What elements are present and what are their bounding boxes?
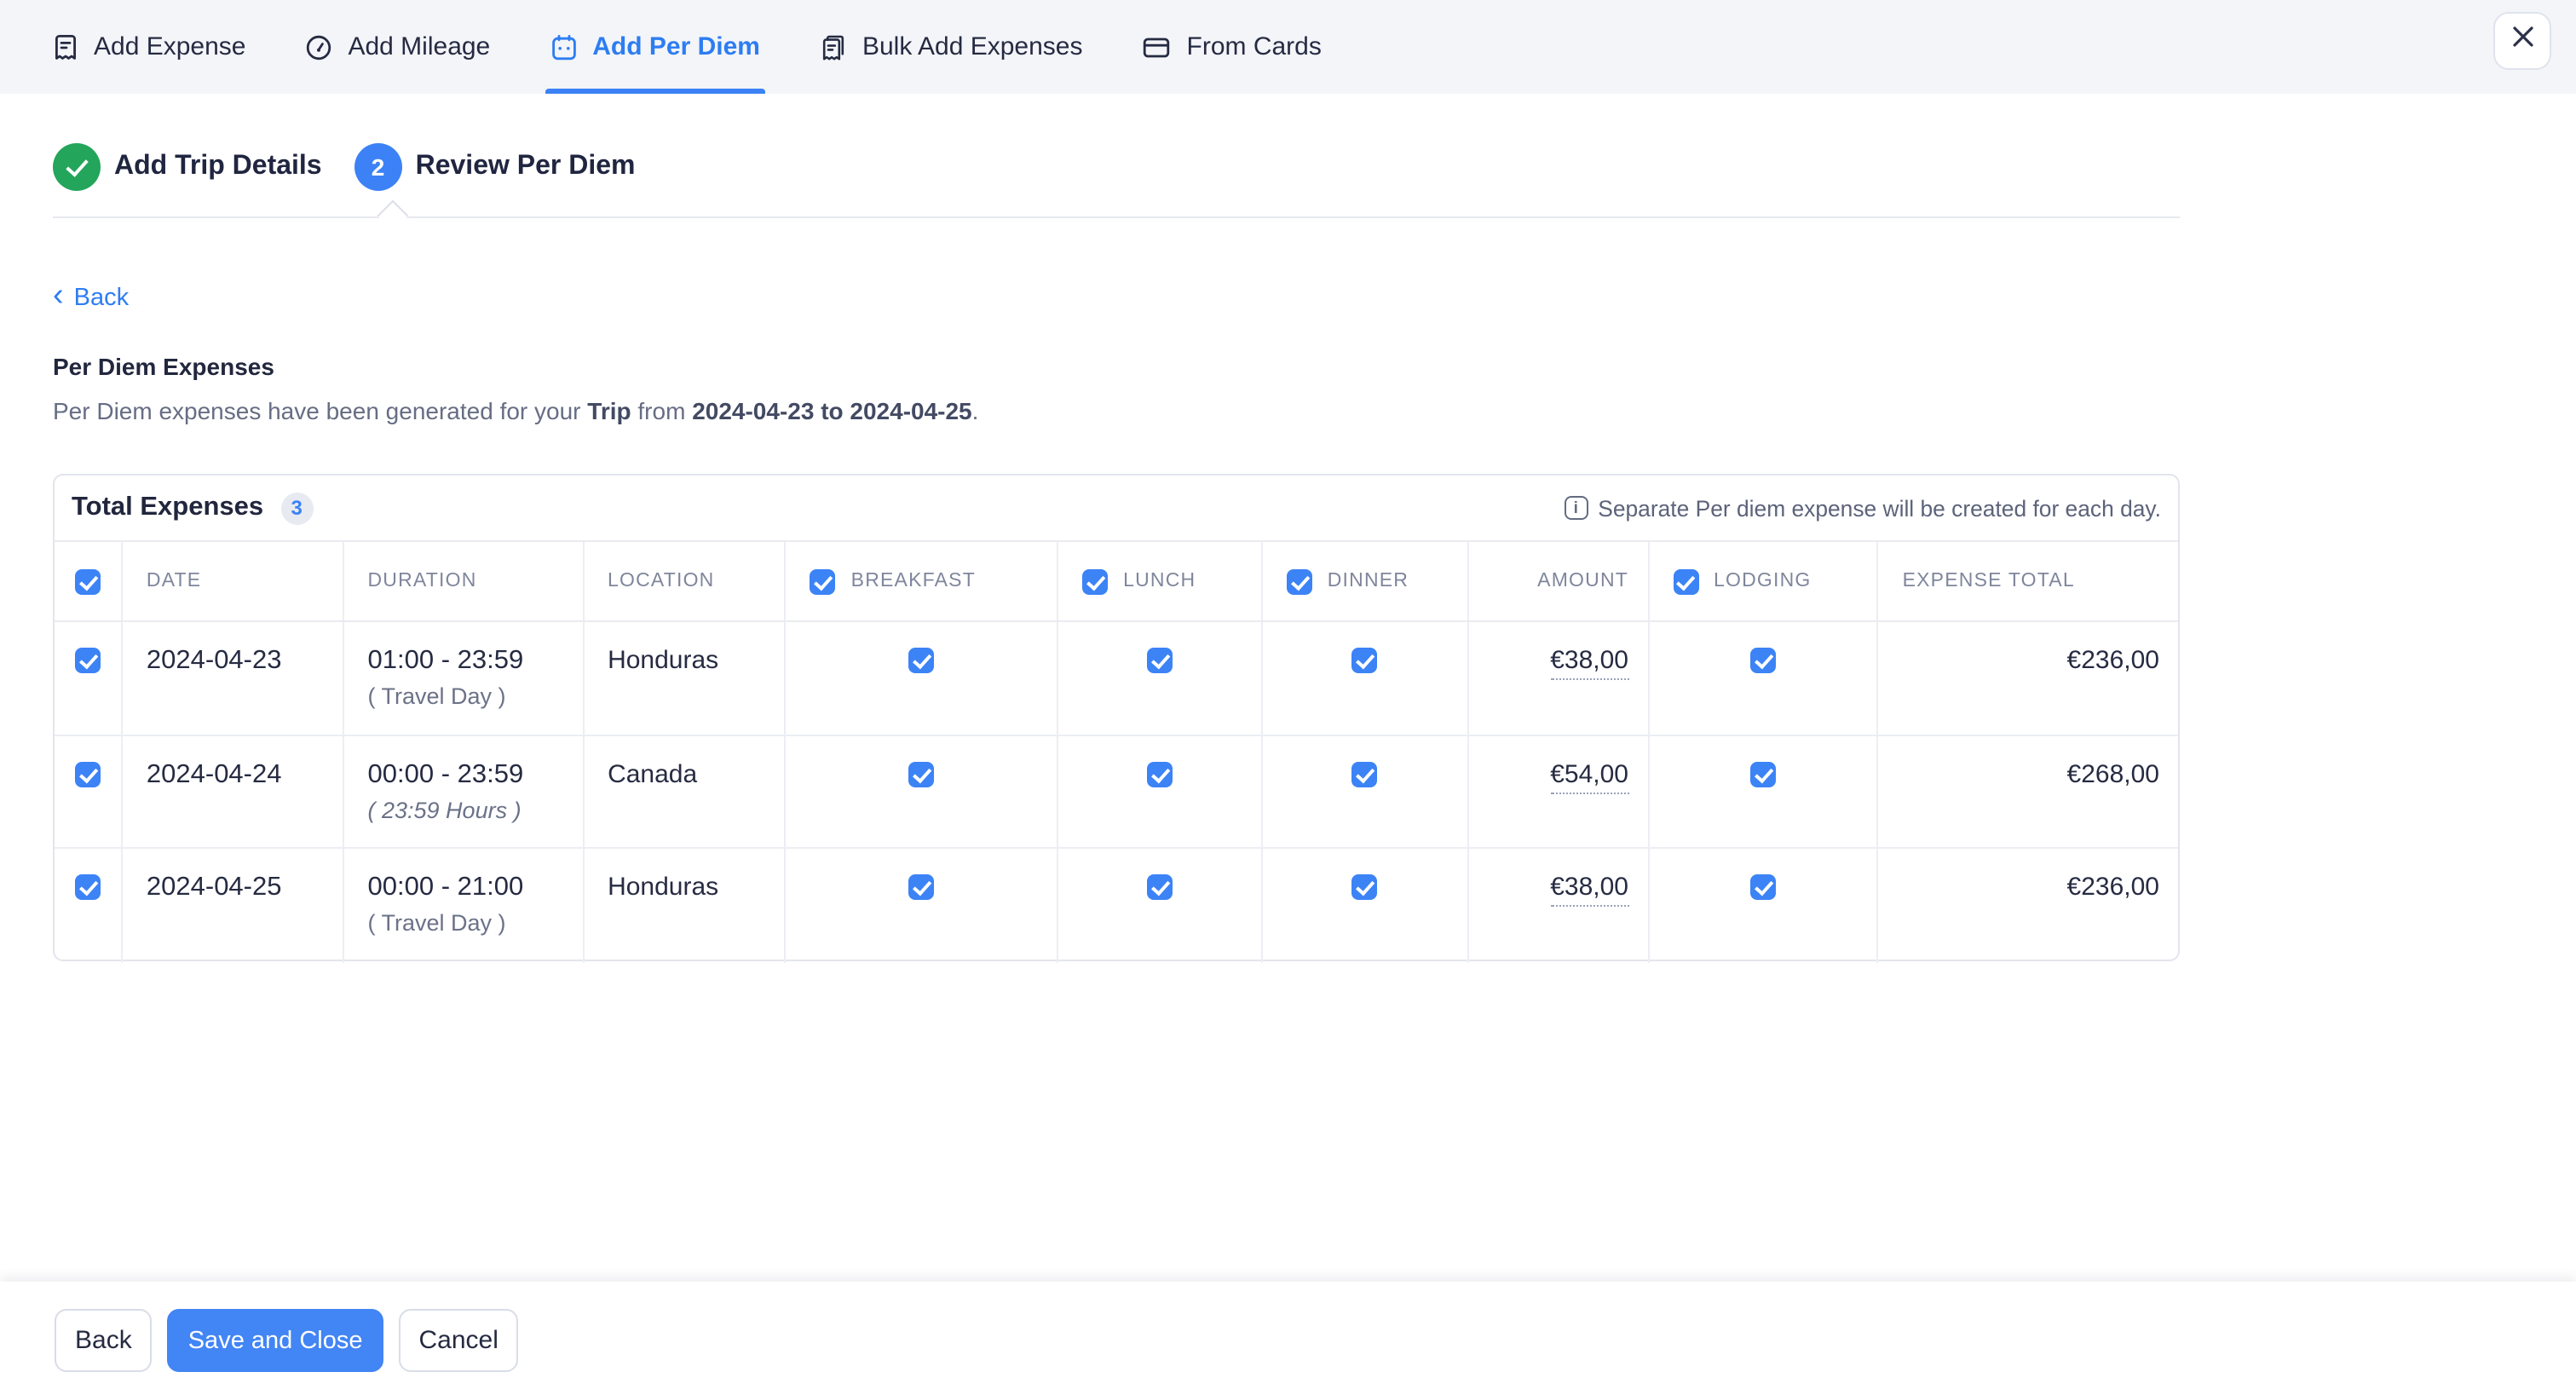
date-cell: 2024-04-23	[123, 622, 344, 734]
row-checkbox[interactable]	[75, 648, 101, 673]
breakfast-all-checkbox[interactable]	[810, 568, 836, 594]
tab-bar: Add Expense Add Mileage Add	[0, 0, 2576, 94]
stepper: Add Trip Details 2 Review Per Diem	[53, 143, 636, 191]
expense-total-value: €236,00	[1879, 622, 2178, 734]
lodging-checkbox[interactable]	[1750, 761, 1776, 787]
location-cell: Honduras	[584, 849, 787, 962]
location-cell: Honduras	[584, 622, 787, 734]
duration-cell: 01:00 - 23:59 ( Travel Day )	[344, 622, 585, 734]
footer-bar: Back Save and Close Cancel	[0, 1282, 2576, 1395]
card-title: Total Expenses	[72, 493, 263, 523]
col-lodging: LODGING	[1649, 542, 1879, 620]
col-expense-total: EXPENSE TOTAL	[1879, 542, 2178, 620]
table-row: 2024-04-23 01:00 - 23:59 ( Travel Day ) …	[55, 622, 2178, 735]
col-duration: DURATION	[344, 542, 585, 620]
step1-done-icon	[53, 143, 101, 191]
tab-label: From Cards	[1187, 32, 1322, 61]
col-location: LOCATION	[584, 542, 787, 620]
gauge-icon	[305, 33, 332, 61]
lodging-all-checkbox[interactable]	[1673, 568, 1698, 594]
info-icon: i	[1564, 496, 1588, 520]
count-badge: 3	[280, 492, 313, 524]
card-header: Total Expenses 3 i Separate Per diem exp…	[55, 476, 2178, 540]
dinner-checkbox[interactable]	[1352, 761, 1378, 787]
select-all-checkbox[interactable]	[75, 568, 101, 594]
dinner-all-checkbox[interactable]	[1287, 568, 1312, 594]
receipts-stack-icon	[820, 33, 847, 61]
tab-from-cards[interactable]: From Cards	[1143, 0, 1322, 94]
credit-card-icon	[1143, 33, 1172, 61]
row-checkbox[interactable]	[75, 874, 101, 900]
col-amount: AMOUNT	[1468, 542, 1649, 620]
col-dinner: DINNER	[1263, 542, 1469, 620]
receipt-icon	[53, 33, 78, 61]
tab-label: Add Mileage	[348, 32, 490, 61]
expense-total-value: €236,00	[1879, 849, 2178, 962]
tab-add-per-diem[interactable]: Add Per Diem	[550, 0, 760, 94]
lunch-all-checkbox[interactable]	[1082, 568, 1108, 594]
back-link[interactable]: ‹ Back	[53, 285, 129, 312]
per-diem-description: Per Diem expenses have been generated fo…	[53, 397, 978, 424]
table-header-row: DATE DURATION LOCATION BREAKFAST LUNCH D…	[55, 540, 2178, 622]
lunch-checkbox[interactable]	[1147, 874, 1173, 900]
close-icon	[2511, 26, 2533, 56]
amount-value[interactable]: €38,00	[1550, 646, 1628, 680]
step2-label: Review Per Diem	[416, 152, 636, 182]
col-breakfast: BREAKFAST	[787, 542, 1058, 620]
stepper-divider	[53, 216, 2180, 218]
tab-label: Bulk Add Expenses	[862, 32, 1083, 61]
amount-value[interactable]: €54,00	[1550, 759, 1628, 793]
add-per-diem-modal: Add Expense Add Mileage Add	[0, 0, 2576, 1395]
total-expenses-card: Total Expenses 3 i Separate Per diem exp…	[53, 474, 2180, 961]
duration-cell: 00:00 - 21:00 ( Travel Day )	[344, 849, 585, 962]
table-row: 2024-04-24 00:00 - 23:59 ( 23:59 Hours )…	[55, 735, 2178, 849]
col-date: DATE	[123, 542, 344, 620]
tab-add-expense[interactable]: Add Expense	[53, 0, 245, 94]
lodging-checkbox[interactable]	[1750, 648, 1776, 673]
cancel-button[interactable]: Cancel	[398, 1309, 518, 1372]
close-button[interactable]	[2493, 12, 2551, 70]
calendar-icon	[550, 33, 577, 61]
tab-bulk-add-expenses[interactable]: Bulk Add Expenses	[820, 0, 1083, 94]
step2-circle: 2	[354, 143, 402, 191]
breakfast-checkbox[interactable]	[908, 874, 934, 900]
tab-label: Add Per Diem	[592, 32, 760, 61]
duration-cell: 00:00 - 23:59 ( 23:59 Hours )	[344, 735, 585, 847]
table-row: 2024-04-25 00:00 - 21:00 ( Travel Day ) …	[55, 849, 2178, 962]
chevron-left-icon: ‹	[53, 285, 64, 308]
amount-value[interactable]: €38,00	[1550, 873, 1628, 907]
back-button[interactable]: Back	[55, 1309, 153, 1372]
col-lunch: LUNCH	[1058, 542, 1263, 620]
stepper-active-notch	[377, 200, 409, 232]
step1-label: Add Trip Details	[114, 152, 322, 182]
lunch-checkbox[interactable]	[1147, 648, 1173, 673]
tab-label: Add Expense	[94, 32, 245, 61]
dinner-checkbox[interactable]	[1352, 874, 1378, 900]
tab-add-mileage[interactable]: Add Mileage	[305, 0, 490, 94]
per-diem-heading: Per Diem Expenses	[53, 353, 274, 380]
breakfast-checkbox[interactable]	[908, 648, 934, 673]
save-and-close-button[interactable]: Save and Close	[168, 1309, 383, 1372]
lunch-checkbox[interactable]	[1147, 761, 1173, 787]
date-cell: 2024-04-24	[123, 735, 344, 847]
lodging-checkbox[interactable]	[1750, 874, 1776, 900]
date-cell: 2024-04-25	[123, 849, 344, 962]
location-cell: Canada	[584, 735, 787, 847]
dinner-checkbox[interactable]	[1352, 648, 1378, 673]
row-checkbox[interactable]	[75, 761, 101, 787]
card-note: i Separate Per diem expense will be crea…	[1564, 495, 2161, 521]
breakfast-checkbox[interactable]	[908, 761, 934, 787]
expense-total-value: €268,00	[1879, 735, 2178, 847]
